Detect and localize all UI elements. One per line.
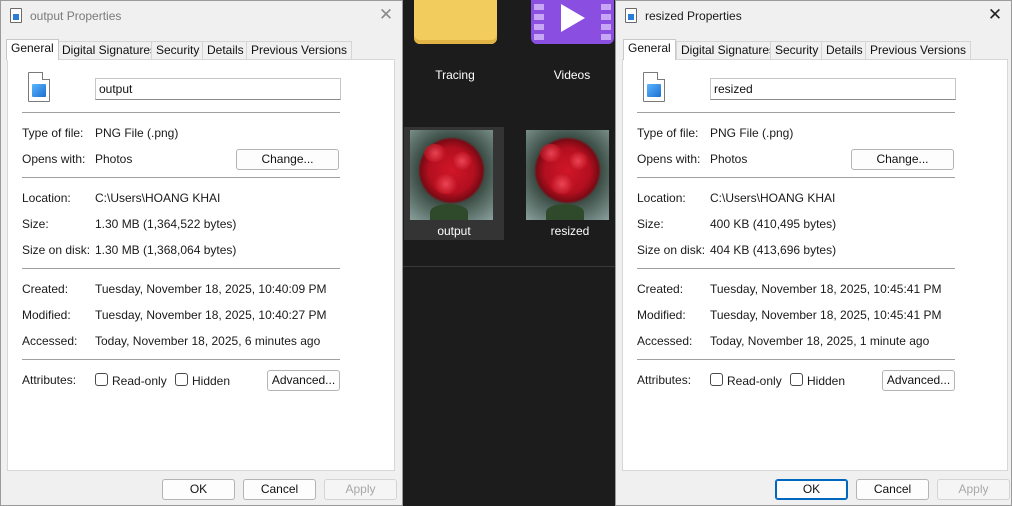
opens-with-value: Photos	[95, 152, 133, 166]
attributes-label: Attributes:	[22, 373, 77, 387]
png-file-icon	[643, 72, 665, 102]
modified-label: Modified:	[22, 308, 71, 322]
accessed-label: Accessed:	[637, 334, 693, 348]
accessed-label: Accessed:	[22, 334, 78, 348]
divider	[637, 112, 955, 113]
folder-label: Tracing	[435, 68, 475, 82]
apply-button[interactable]: Apply	[937, 479, 1010, 500]
divider	[22, 112, 340, 113]
size-label: Size:	[637, 217, 664, 231]
tab-previous-versions[interactable]: Previous Versions	[246, 41, 353, 59]
folder-icon	[414, 0, 497, 44]
tab-previous-versions[interactable]: Previous Versions	[865, 41, 972, 59]
dialog-title: resized Properties	[645, 9, 742, 23]
accessed-value: Today, November 18, 2025, 6 minutes ago	[95, 334, 321, 348]
type-value: PNG File (.png)	[710, 126, 794, 140]
created-label: Created:	[22, 282, 69, 296]
png-file-icon	[28, 72, 50, 102]
created-value: Tuesday, November 18, 2025, 10:45:41 PM	[710, 282, 942, 296]
hidden-label: Hidden	[192, 374, 231, 388]
type-value: PNG File (.png)	[95, 126, 179, 140]
file-label: output	[437, 224, 471, 238]
hidden-checkbox[interactable]	[790, 373, 803, 386]
accessed-value: Today, November 18, 2025, 1 minute ago	[710, 334, 930, 348]
file-resized[interactable]: resized	[520, 127, 620, 240]
readonly-checkbox[interactable]	[95, 373, 108, 386]
readonly-checkbox[interactable]	[710, 373, 723, 386]
created-label: Created:	[637, 282, 684, 296]
type-label: Type of file:	[22, 126, 84, 140]
opens-with-value: Photos	[710, 152, 748, 166]
location-label: Location:	[637, 191, 686, 205]
tab-details[interactable]: Details	[821, 41, 868, 59]
filename-input[interactable]	[95, 78, 341, 100]
cancel-button[interactable]: Cancel	[856, 479, 929, 500]
file-icon	[10, 8, 22, 23]
tab-digital-signatures[interactable]: Digital Signatures	[676, 41, 781, 59]
tab-digital-signatures[interactable]: Digital Signatures	[57, 41, 162, 59]
size-value: 1.30 MB (1,364,522 bytes)	[95, 217, 237, 231]
opens-with-label: Opens with:	[637, 152, 701, 166]
general-panel: Type of file: PNG File (.png) Opens with…	[622, 59, 1008, 471]
advanced-button[interactable]: Advanced...	[882, 370, 955, 391]
ok-button[interactable]: OK	[162, 479, 235, 500]
file-icon	[625, 8, 637, 23]
title-bar[interactable]: resized Properties ✕	[616, 1, 1011, 31]
location-value: C:\Users\HOANG KHAI	[95, 191, 221, 205]
attributes-label: Attributes:	[637, 373, 692, 387]
folder-label: Videos	[553, 68, 591, 82]
change-button[interactable]: Change...	[851, 149, 954, 170]
dialog-title: output Properties	[30, 9, 122, 23]
hidden-checkbox[interactable]	[175, 373, 188, 386]
cancel-button[interactable]: Cancel	[243, 479, 316, 500]
modified-value: Tuesday, November 18, 2025, 10:45:41 PM	[710, 308, 942, 322]
apply-button[interactable]: Apply	[324, 479, 397, 500]
tab-security[interactable]: Security	[770, 41, 824, 59]
rose-thumbnail	[526, 130, 609, 220]
divider	[22, 177, 340, 178]
tab-security[interactable]: Security	[151, 41, 205, 59]
size-value: 400 KB (410,495 bytes)	[710, 217, 837, 231]
divider	[637, 177, 955, 178]
close-button[interactable]: ✕	[375, 4, 397, 26]
type-label: Type of file:	[637, 126, 699, 140]
size-label: Size:	[22, 217, 49, 231]
size-on-disk-value: 1.30 MB (1,368,064 bytes)	[95, 243, 237, 257]
video-folder-icon	[531, 0, 614, 44]
location-label: Location:	[22, 191, 71, 205]
resized-properties-dialog: resized Properties ✕ General Digital Sig…	[615, 0, 1012, 506]
tab-details[interactable]: Details	[202, 41, 249, 59]
size-on-disk-label: Size on disk:	[637, 243, 706, 257]
opens-with-label: Opens with:	[22, 152, 86, 166]
size-on-disk-value: 404 KB (413,696 bytes)	[710, 243, 837, 257]
filename-input[interactable]	[710, 78, 956, 100]
ok-button[interactable]: OK	[775, 479, 848, 500]
title-bar[interactable]: output Properties ✕	[1, 1, 402, 31]
hidden-label: Hidden	[807, 374, 846, 388]
readonly-label: Read-only	[112, 374, 167, 388]
size-on-disk-label: Size on disk:	[22, 243, 91, 257]
close-button[interactable]: ✕	[984, 4, 1006, 26]
general-panel: Type of file: PNG File (.png) Opens with…	[7, 59, 395, 471]
divider	[22, 268, 340, 269]
readonly-label: Read-only	[727, 374, 782, 388]
tab-general[interactable]: General	[6, 39, 59, 60]
divider	[637, 268, 955, 269]
modified-value: Tuesday, November 18, 2025, 10:40:27 PM	[95, 308, 327, 322]
divider	[403, 266, 615, 267]
divider	[637, 359, 955, 360]
created-value: Tuesday, November 18, 2025, 10:40:09 PM	[95, 282, 327, 296]
explorer-background: Tracing Videos output resized	[403, 0, 615, 506]
divider	[22, 359, 340, 360]
rose-thumbnail	[410, 130, 493, 220]
file-label: resized	[550, 224, 590, 238]
output-properties-dialog: output Properties ✕ General Digital Sign…	[0, 0, 403, 506]
location-value: C:\Users\HOANG KHAI	[710, 191, 836, 205]
advanced-button[interactable]: Advanced...	[267, 370, 340, 391]
change-button[interactable]: Change...	[236, 149, 339, 170]
file-output[interactable]: output	[404, 127, 504, 240]
tab-general[interactable]: General	[623, 39, 676, 60]
modified-label: Modified:	[637, 308, 686, 322]
